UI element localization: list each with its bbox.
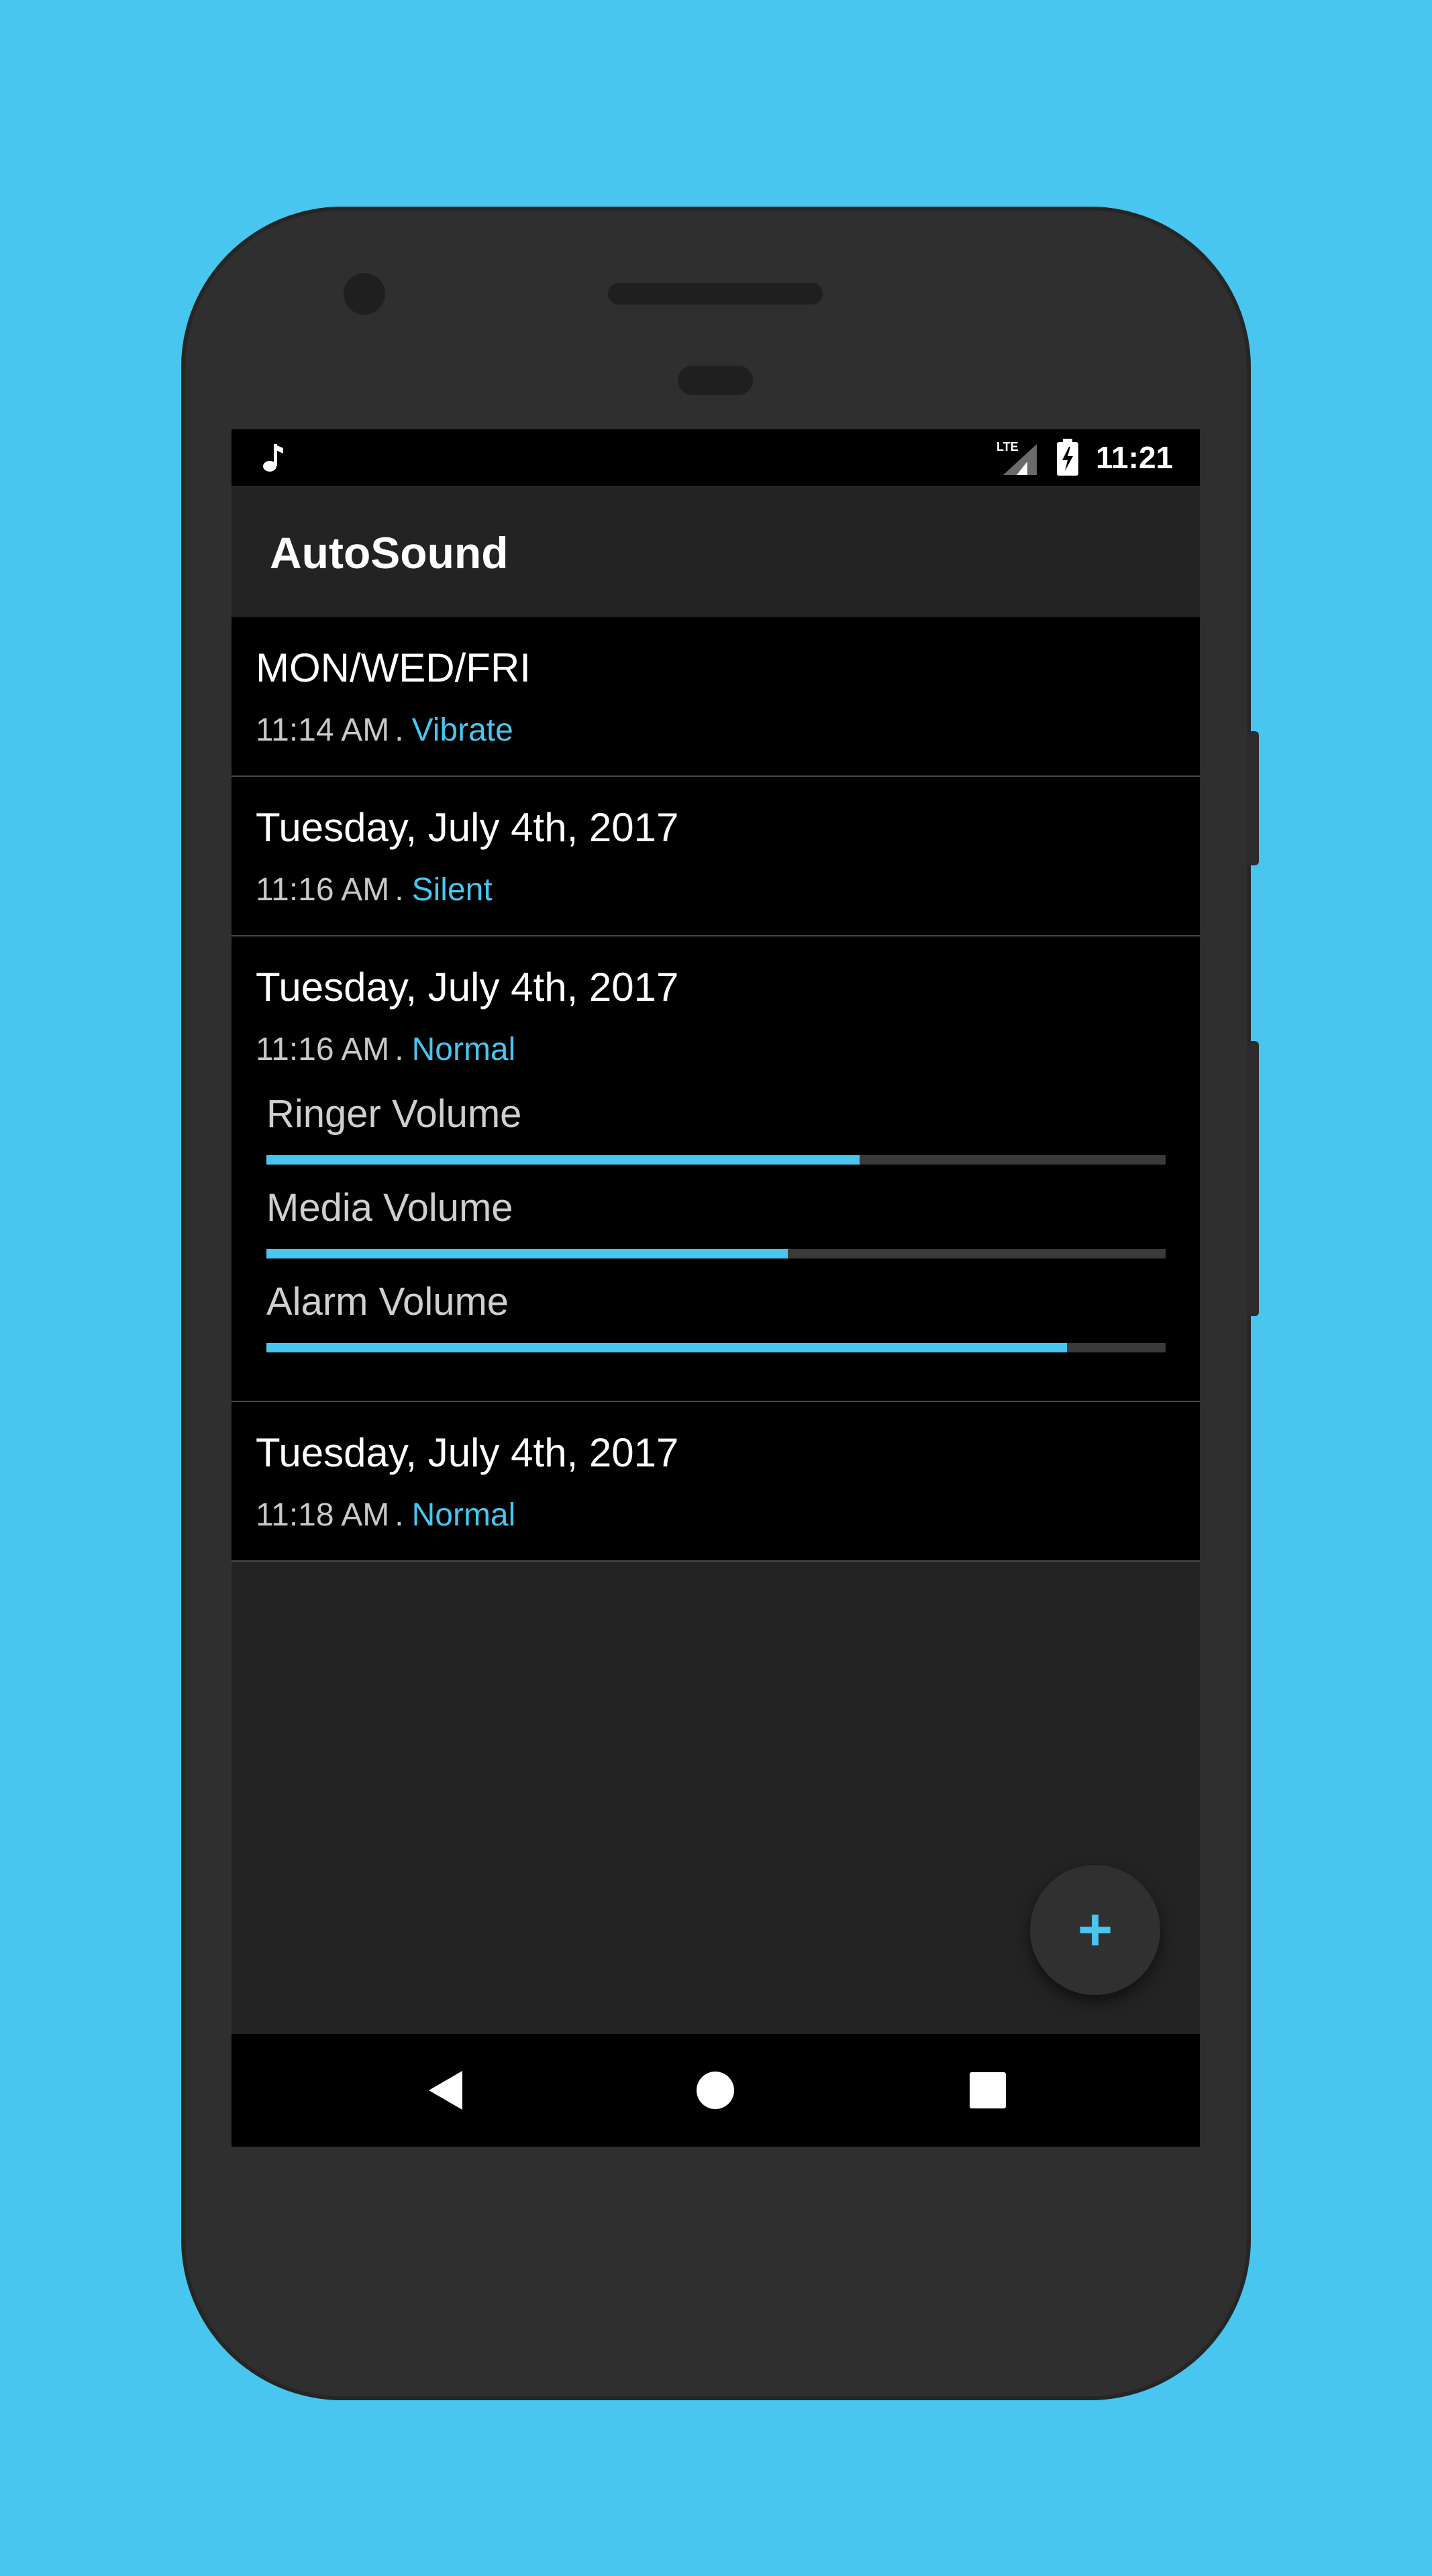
schedule-mode: Normal [411,1032,516,1067]
schedule-list: MON/WED/FRI 11:14 AM. Vibrate Tuesday, Ju… [232,617,1200,1562]
media-volume-fill [266,1249,788,1258]
recents-icon[interactable] [964,2067,1011,2114]
separator: . [395,1032,404,1067]
media-volume-label: Media Volume [266,1186,513,1230]
schedule-item[interactable]: MON/WED/FRI 11:14 AM. Vibrate [232,617,1200,777]
music-note-icon [263,444,283,472]
add-icon: + [1077,1896,1113,1964]
schedule-title: Tuesday, July 4th, 2017 [256,965,679,1010]
navigation-bar [232,2034,1200,2147]
status-clock: 11:21 [1096,440,1174,475]
media-volume-control: Media Volume [266,1185,1166,1258]
schedule-item[interactable]: Tuesday, July 4th, 2017 11:18 AM. Normal [232,1402,1200,1562]
ringer-volume-label: Ringer Volume [266,1092,522,1136]
earpiece-speaker [608,283,823,305]
schedule-time: 11:16 AM [256,872,390,908]
alarm-volume-label: Alarm Volume [266,1280,509,1324]
front-camera [344,273,385,315]
ringer-volume-slider[interactable] [266,1155,1166,1165]
alarm-volume-control: Alarm Volume [266,1279,1166,1352]
media-volume-slider[interactable] [266,1249,1166,1258]
schedule-title: Tuesday, July 4th, 2017 [256,1430,679,1475]
volume-rocker [1247,1041,1259,1316]
schedule-subtitle: 11:16 AM. Silent [256,871,493,910]
schedule-subtitle: 11:16 AM. Normal [256,1030,515,1069]
schedule-subtitle: 11:18 AM. Normal [256,1496,515,1535]
ringer-volume-fill [266,1155,860,1165]
schedule-time: 11:18 AM [256,1497,390,1533]
battery-charging-icon [1057,439,1078,476]
separator: . [395,1497,404,1533]
schedule-item[interactable]: Tuesday, July 4th, 2017 11:16 AM. Silent [232,777,1200,936]
schedule-mode: Silent [411,872,493,908]
ringer-volume-control: Ringer Volume [266,1091,1166,1165]
schedule-item-expanded[interactable]: Tuesday, July 4th, 2017 11:16 AM. Normal … [232,936,1200,1402]
schedule-title: Tuesday, July 4th, 2017 [256,805,679,850]
separator: . [395,872,404,908]
phone-screen: LTE 11:21 AutoSound MON/WED/FRI 11:14 AM… [232,429,1200,2147]
lte-label: LTE [996,440,1019,453]
add-schedule-button[interactable]: + [1030,1865,1160,1995]
schedule-time: 11:14 AM [256,712,390,748]
power-button [1247,731,1259,865]
schedule-title: MON/WED/FRI [256,645,531,690]
alarm-volume-slider[interactable] [266,1343,1166,1352]
home-icon[interactable] [692,2067,739,2114]
lte-signal-icon: LTE [996,440,1037,475]
schedule-time: 11:16 AM [256,1032,390,1067]
schedule-mode: Vibrate [411,712,513,748]
proximity-sensor [678,366,753,395]
app-bar: AutoSound [232,486,1200,617]
alarm-volume-fill [266,1343,1067,1352]
status-bar: LTE 11:21 [232,429,1200,486]
app-title: AutoSound [270,528,509,578]
schedule-mode: Normal [411,1497,516,1533]
back-icon[interactable] [423,2067,470,2114]
separator: . [395,712,404,748]
schedule-subtitle: 11:14 AM. Vibrate [256,711,513,750]
